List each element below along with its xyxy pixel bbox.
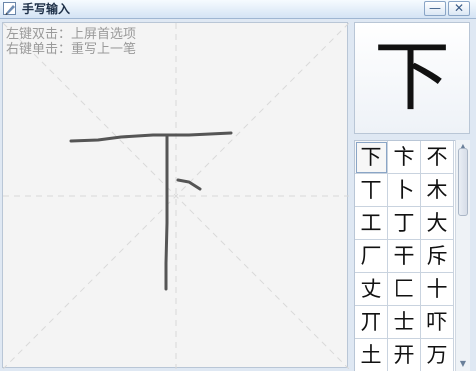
candidate-char[interactable]: 丈	[355, 273, 388, 306]
preview-char: 下	[374, 32, 450, 121]
title-bar: 手写输入 — ✕	[0, 0, 476, 19]
close-button[interactable]: ✕	[448, 1, 470, 16]
minimize-icon: —	[429, 1, 441, 15]
candidate-char[interactable]: 十	[421, 273, 454, 306]
candidate-char[interactable]: 卜	[388, 174, 421, 207]
hint-double-click: 左键双击：上屏首选项	[6, 27, 137, 42]
candidate-char[interactable]: 卞	[388, 141, 421, 174]
scroll-down-arrow-icon[interactable]: ▼	[457, 358, 469, 370]
candidate-char[interactable]: 士	[388, 306, 421, 339]
handwriting-pad[interactable]: 左键双击：上屏首选项 右键单击：重写上一笔	[2, 22, 349, 369]
window-title: 手写输入	[22, 2, 71, 16]
candidate-char[interactable]: 下	[355, 141, 388, 174]
candidate-char[interactable]: 斥	[421, 240, 454, 273]
candidate-char[interactable]: 木	[421, 174, 454, 207]
candidate-char[interactable]: 丁	[388, 207, 421, 240]
candidate-char[interactable]: 吓	[421, 306, 454, 339]
candidate-char[interactable]: 丅	[355, 174, 388, 207]
candidate-char[interactable]: 万	[421, 339, 454, 371]
candidate-char[interactable]: 土	[355, 339, 388, 371]
candidate-char[interactable]: 大	[421, 207, 454, 240]
candidate-char[interactable]: 开	[388, 339, 421, 371]
scroll-thumb[interactable]	[458, 148, 468, 216]
candidate-char[interactable]: 丌	[355, 306, 388, 339]
hint-right-click: 右键单击：重写上一笔	[6, 42, 137, 57]
close-icon: ✕	[453, 1, 465, 15]
recognized-char-preview[interactable]: 下	[354, 22, 470, 134]
candidate-char[interactable]: 工	[355, 207, 388, 240]
handwriting-app-icon	[3, 2, 16, 15]
ink-strokes	[69, 131, 233, 291]
candidate-char[interactable]: 干	[388, 240, 421, 273]
minimize-button[interactable]: —	[424, 1, 446, 16]
candidate-grid: 下卞不丅卜木工丁大厂干斥丈匚十丌士吓土开万	[354, 140, 455, 371]
candidate-char[interactable]: 不	[421, 141, 454, 174]
candidate-scrollbar[interactable]: ▲ ▼	[455, 140, 470, 371]
candidate-char[interactable]: 厂	[355, 240, 388, 273]
candidate-char[interactable]: 匚	[388, 273, 421, 306]
